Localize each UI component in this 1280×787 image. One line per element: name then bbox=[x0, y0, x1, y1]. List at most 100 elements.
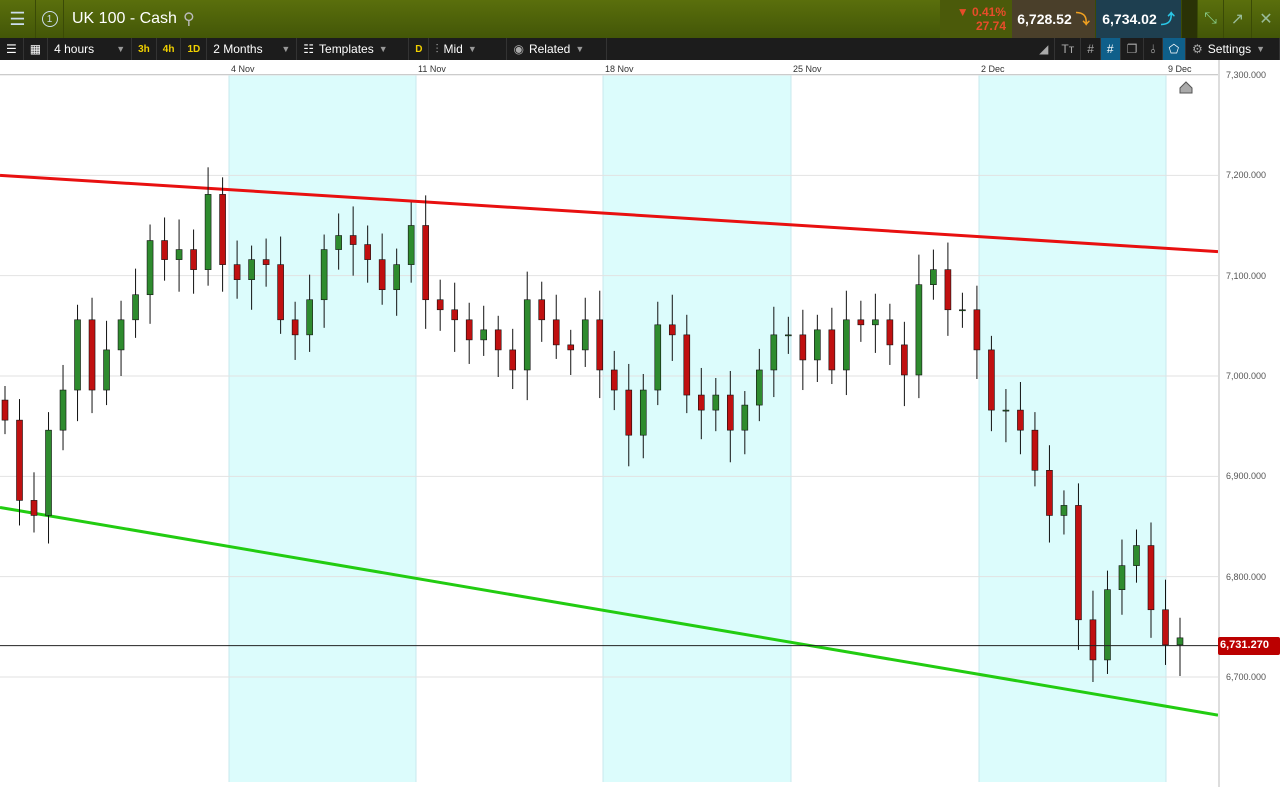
candle-body bbox=[1104, 589, 1111, 661]
date-tick-label: 2 Dec bbox=[981, 64, 1005, 74]
candle-body bbox=[654, 324, 662, 391]
candle-body bbox=[814, 329, 821, 361]
templates-select[interactable]: ☷ Templates ▼ bbox=[297, 38, 410, 60]
candle-body bbox=[843, 319, 850, 371]
chart-number-badge[interactable]: 1 bbox=[36, 0, 64, 38]
candle-body bbox=[422, 225, 429, 301]
candles-icon: ⫶ bbox=[435, 41, 439, 56]
candle-body bbox=[494, 329, 502, 351]
layout-icon[interactable]: ▦ bbox=[24, 38, 49, 60]
indicator-icon[interactable]: ⫰ bbox=[1144, 38, 1163, 60]
candle-body bbox=[291, 319, 299, 336]
week-shade bbox=[229, 75, 416, 782]
date-tick-label: 11 Nov bbox=[418, 64, 446, 74]
candle-body bbox=[988, 349, 995, 411]
candle-body bbox=[16, 419, 23, 501]
price-tick-label: 7,300.000 bbox=[1226, 70, 1267, 80]
crosshair-grid-icon[interactable]: # bbox=[1100, 38, 1121, 60]
minimize-icon[interactable]: ⤡ bbox=[1198, 0, 1224, 38]
candle-body bbox=[1162, 609, 1169, 646]
candle-body bbox=[451, 309, 458, 321]
date-tick-label: 9 Dec bbox=[1168, 64, 1192, 74]
candle-body bbox=[1017, 409, 1024, 431]
buy-price-button[interactable]: 6,734.02 ⤴ bbox=[1096, 0, 1182, 38]
candle-body bbox=[901, 344, 908, 376]
candle-body bbox=[785, 334, 792, 337]
d-button[interactable]: D bbox=[409, 38, 430, 60]
candle-body bbox=[509, 349, 517, 371]
date-tick-label: 18 Nov bbox=[605, 64, 634, 74]
candle-body bbox=[741, 404, 749, 431]
candle-body bbox=[712, 394, 720, 411]
settings-select[interactable]: ⚙ Settings ▼ bbox=[1186, 38, 1280, 60]
candle-body bbox=[175, 249, 183, 260]
candle-body bbox=[872, 319, 879, 326]
candle-body bbox=[1060, 505, 1068, 516]
candle-body bbox=[364, 244, 371, 260]
list-icon[interactable]: ☰ bbox=[0, 38, 24, 60]
candle-body bbox=[1002, 409, 1010, 412]
candle-body bbox=[552, 319, 560, 346]
candle-body bbox=[393, 264, 400, 291]
candle-body bbox=[103, 349, 110, 391]
drawing-icon[interactable]: ◢ bbox=[1033, 38, 1056, 60]
price-type-select[interactable]: ⫶ Mid ▼ bbox=[429, 38, 508, 60]
interval-1d[interactable]: 1D bbox=[181, 38, 208, 60]
windows-icon[interactable]: ❐ bbox=[1121, 38, 1145, 60]
candle-body bbox=[1, 399, 9, 421]
instrument-title[interactable]: UK 100 - Cash bbox=[72, 10, 177, 28]
candle-body bbox=[1031, 429, 1039, 471]
interval-select[interactable]: 4 hours ▼ bbox=[48, 38, 133, 60]
interval-4h[interactable]: 4h bbox=[157, 38, 182, 60]
candle-body bbox=[204, 194, 212, 270]
candle-body bbox=[959, 309, 966, 312]
price-label-icon[interactable]: ⬠ bbox=[1162, 38, 1186, 60]
candle-body bbox=[1089, 619, 1097, 661]
candle-body bbox=[857, 319, 865, 326]
price-tick-label: 7,100.000 bbox=[1226, 270, 1267, 281]
candle-body bbox=[886, 319, 894, 346]
week-shade bbox=[979, 75, 1166, 782]
candle-body bbox=[335, 235, 342, 250]
current-price-label: 6,731.270 bbox=[1218, 636, 1280, 655]
interval-3h[interactable]: 3h bbox=[132, 38, 157, 60]
candle-body bbox=[567, 344, 575, 351]
price-type-label: Mid bbox=[443, 42, 463, 56]
candle-body bbox=[1075, 505, 1082, 621]
related-select[interactable]: ◉ Related ▼ bbox=[507, 38, 608, 60]
sell-price: 6,728.52 bbox=[1017, 11, 1072, 27]
menu-icon[interactable]: ☰ bbox=[0, 0, 36, 38]
candle-body bbox=[1046, 470, 1053, 516]
popout-icon[interactable]: ↗ bbox=[1224, 0, 1252, 38]
candle-body bbox=[1133, 545, 1140, 566]
arrow-down-icon: ⤵ bbox=[1075, 11, 1090, 27]
candle-body bbox=[727, 394, 734, 431]
price-chart[interactable] bbox=[0, 60, 1218, 787]
candle-body bbox=[480, 329, 488, 341]
candle-body bbox=[770, 334, 778, 371]
candle-body bbox=[756, 369, 763, 406]
range-select[interactable]: 2 Months ▼ bbox=[207, 38, 298, 60]
gear-icon: ⚙ bbox=[1192, 42, 1203, 56]
candle-body bbox=[683, 334, 691, 396]
drag-handle[interactable] bbox=[1182, 0, 1198, 38]
sell-price-button[interactable]: 6,728.52 ⤵ bbox=[1012, 0, 1096, 38]
price-change: ▼ 0.41% 27.74 bbox=[940, 0, 1012, 38]
text-icon[interactable]: Tт bbox=[1055, 38, 1082, 60]
candle-body bbox=[161, 240, 168, 260]
price-axis[interactable]: 7,300.000 7,200.000 7,100.000 7,000.000 6,90… bbox=[1218, 60, 1280, 787]
price-tick-label: 6,800.000 bbox=[1226, 571, 1267, 582]
grid-icon[interactable]: # bbox=[1081, 38, 1101, 60]
close-icon[interactable]: ✕ bbox=[1252, 0, 1280, 38]
candle-body bbox=[219, 194, 226, 265]
candle-body bbox=[1176, 637, 1184, 646]
price-tick-label: 7,000.000 bbox=[1226, 370, 1267, 381]
search-icon[interactable]: ⚲ bbox=[183, 9, 195, 29]
candle-body bbox=[320, 249, 328, 301]
candle-body bbox=[538, 299, 546, 321]
templates-icon: ☷ bbox=[303, 42, 315, 56]
candle-body bbox=[132, 294, 139, 321]
candle-body bbox=[248, 259, 255, 280]
instrument-header: ☰ 1 UK 100 - Cash ⚲ ▼ 0.41% 27.74 6,728.52… bbox=[0, 0, 1280, 38]
candle-body bbox=[915, 284, 923, 376]
